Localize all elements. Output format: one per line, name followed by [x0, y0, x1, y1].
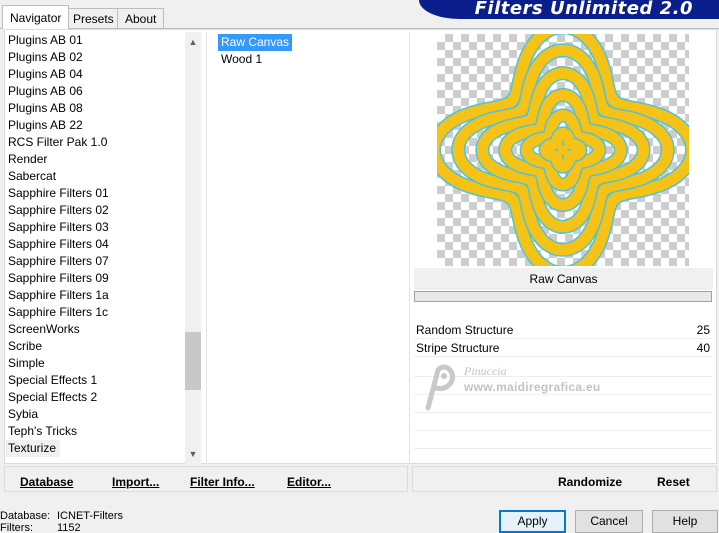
category-item[interactable]: Plugins AB 08 — [6, 100, 186, 117]
category-item[interactable]: Scribe — [6, 338, 186, 355]
category-list[interactable]: Plugins AB 01 Plugins AB 02 Plugins AB 04 P… — [6, 32, 186, 462]
category-item[interactable]: RCS Filter Pak 1.0 — [6, 134, 186, 151]
import-button-label: Import... — [112, 475, 160, 489]
category-item[interactable]: Texturize — [6, 440, 61, 457]
category-item[interactable]: Plugins AB 02 — [6, 49, 186, 66]
filter-item[interactable]: Wood 1 — [218, 51, 265, 68]
editor-button-label: Editor... — [287, 475, 332, 489]
category-item[interactable]: ScreenWorks — [6, 321, 186, 338]
pattern-center — [558, 145, 568, 155]
category-scrollbar[interactable]: ▲ ▼ — [185, 32, 201, 464]
column-divider — [206, 32, 207, 464]
watermark-logo-icon — [425, 364, 456, 411]
category-item[interactable]: Sapphire Filters 03 — [6, 219, 186, 236]
category-item[interactable]: Teph's Tricks — [6, 423, 186, 440]
help-button[interactable]: Help — [652, 510, 718, 533]
selected-filter-name: Raw Canvas — [414, 268, 713, 290]
category-item[interactable]: Special Effects 1 — [6, 372, 186, 389]
column-divider — [409, 32, 410, 464]
database-label: Database: — [0, 510, 51, 522]
param-row-separator — [414, 448, 712, 449]
category-item[interactable]: Sybia — [6, 406, 186, 423]
category-item[interactable]: Special Effects 2 — [6, 389, 186, 406]
tab-presets[interactable]: Presets — [65, 8, 122, 28]
watermark-name: Pinuccia — [464, 364, 507, 378]
filter-info-button-label: Filter Info... — [190, 475, 255, 489]
category-item[interactable]: Sapphire Filters 07 — [6, 253, 186, 270]
category-item[interactable]: Sapphire Filters 01 — [6, 185, 186, 202]
category-item[interactable]: Sapphire Filters 04 — [6, 236, 186, 253]
param-label: Random Structure — [416, 323, 514, 337]
category-item[interactable]: Plugins AB 04 — [6, 66, 186, 83]
tab-about[interactable]: About — [117, 8, 165, 28]
param-label: Stripe Structure — [416, 341, 500, 355]
scroll-down-icon[interactable]: ▼ — [185, 446, 201, 462]
apply-button[interactable]: Apply — [499, 510, 566, 533]
filter-item[interactable]: Raw Canvas — [218, 34, 293, 51]
filters-count-label: Filters: — [0, 522, 33, 533]
param-stripe-structure[interactable]: Stripe Structure 40 — [414, 340, 712, 357]
database-button-label: Database — [20, 475, 74, 489]
category-item[interactable]: Plugins AB 01 — [6, 32, 186, 49]
filters-count-value: 1152 — [57, 522, 81, 533]
tab-navigator[interactable]: Navigator — [2, 5, 70, 29]
category-item[interactable]: Render — [6, 151, 186, 168]
category-item[interactable]: Sabercat — [6, 168, 186, 185]
category-item[interactable]: Sapphire Filters 09 — [6, 270, 186, 287]
import-button[interactable]: Import... — [112, 475, 159, 489]
category-item[interactable]: Simple — [6, 355, 186, 372]
scroll-thumb[interactable] — [185, 332, 201, 390]
param-value[interactable]: 25 — [697, 322, 710, 339]
preview-pattern — [437, 34, 689, 266]
left-button-bar: Database Import... Filter Info... Editor… — [4, 466, 408, 492]
reset-button[interactable]: Reset — [657, 475, 690, 489]
param-row-separator — [414, 430, 712, 431]
scroll-up-icon[interactable]: ▲ — [185, 34, 201, 50]
category-item[interactable]: Sapphire Filters 02 — [6, 202, 186, 219]
filter-list[interactable]: Raw Canvas Wood 1 — [218, 34, 398, 68]
param-random-structure[interactable]: Random Structure 25 — [414, 322, 712, 339]
category-item[interactable]: Plugins AB 22 — [6, 117, 186, 134]
right-button-bar: Randomize Reset — [412, 466, 717, 492]
watermark: Pinuccia www.maidiregrafica.eu — [420, 358, 640, 418]
database-button[interactable]: Database — [20, 475, 73, 489]
category-item[interactable]: Plugins AB 06 — [6, 83, 186, 100]
watermark-url: www.maidiregrafica.eu — [464, 380, 601, 394]
parameter-bar — [414, 291, 712, 302]
category-item[interactable]: Sapphire Filters 1c — [6, 304, 186, 321]
banner-title: Filters Unlimited 2.0 — [474, 0, 693, 19]
category-item[interactable]: Sapphire Filters 1a — [6, 287, 186, 304]
database-value: ICNET-Filters — [57, 510, 123, 522]
cancel-button[interactable]: Cancel — [575, 510, 643, 533]
param-value[interactable]: 40 — [697, 340, 710, 357]
editor-button[interactable]: Editor... — [287, 475, 331, 489]
title-banner: Filters Unlimited 2.0 — [419, 0, 719, 19]
filter-info-button[interactable]: Filter Info... — [190, 475, 255, 489]
preview-image — [437, 34, 689, 266]
randomize-button[interactable]: Randomize — [558, 475, 622, 489]
